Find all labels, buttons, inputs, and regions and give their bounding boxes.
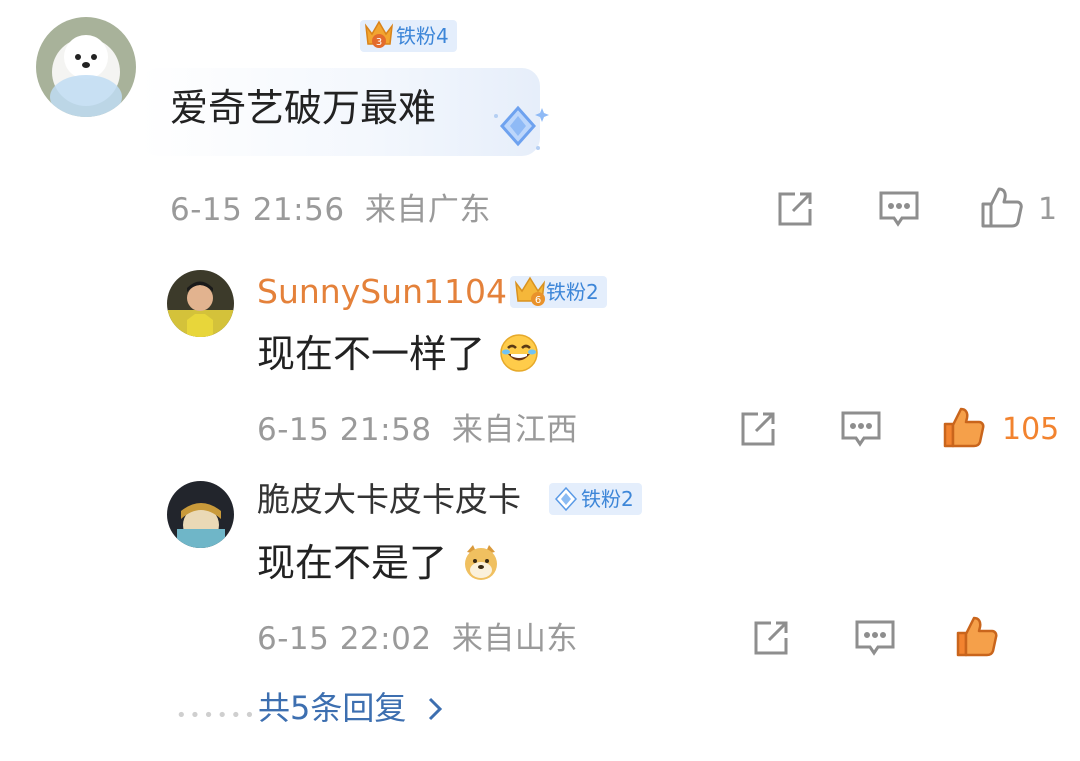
comment-text: 现在不是了: [257, 541, 501, 591]
fan-badge[interactable]: 铁粉2: [549, 483, 642, 515]
comment-location: 来自江西: [451, 412, 578, 448]
chevron-right-icon: [427, 691, 443, 731]
comment-meta: 6-15 22:02 来自山东: [257, 621, 578, 657]
crown-icon: 6: [513, 270, 547, 319]
more-replies-link[interactable]: 共5条回复: [258, 688, 443, 731]
avatar[interactable]: [36, 17, 136, 117]
comment-icon[interactable]: [854, 618, 896, 662]
comment-location: 来自山东: [451, 621, 578, 657]
comment-time: 6-15 22:02: [257, 621, 432, 657]
badge-label: 铁粉2: [546, 280, 599, 304]
crown-icon: 3: [363, 14, 395, 63]
like-count: 1: [1038, 192, 1058, 227]
thumbs-up-icon[interactable]: [980, 185, 1024, 233]
share-icon[interactable]: [775, 189, 815, 233]
diamond-icon: [554, 486, 578, 520]
svg-text:3: 3: [376, 37, 382, 48]
more-replies-label: 共5条回复: [258, 689, 407, 727]
comment-thread: 3 铁粉4 爱奇艺破万最难 6-15 21:56 来自广东 1 SunnySun…: [0, 0, 1080, 761]
comment-meta: 6-15 21:58 来自江西: [257, 412, 578, 448]
divider-dots: ••••••: [176, 705, 258, 726]
avatar[interactable]: [167, 270, 234, 337]
svg-text:6: 6: [535, 295, 541, 306]
avatar[interactable]: [167, 481, 234, 548]
username[interactable]: 脆皮大卡皮卡皮卡: [257, 480, 521, 520]
username[interactable]: SunnySun1104: [257, 272, 507, 312]
fan-badge[interactable]: 6 铁粉2: [510, 276, 607, 308]
badge-label: 铁粉2: [581, 487, 634, 511]
thumbs-up-icon[interactable]: [942, 405, 986, 453]
comment-icon[interactable]: [878, 189, 920, 233]
comment-time: 6-15 21:58: [257, 412, 432, 448]
badge-label: 铁粉4: [396, 24, 449, 48]
comment-text: 爱奇艺破万最难: [170, 86, 437, 130]
comment-time: 6-15 21:56: [170, 192, 345, 228]
share-icon[interactable]: [738, 409, 778, 453]
comment-meta: 6-15 21:56 来自广东: [170, 192, 491, 228]
comment-icon[interactable]: [840, 409, 882, 453]
share-icon[interactable]: [751, 618, 791, 662]
doge-emoji-icon: [461, 542, 501, 591]
thumbs-up-icon[interactable]: [955, 614, 999, 662]
comment-location: 来自广东: [364, 192, 491, 228]
fan-badge[interactable]: 3 铁粉4: [360, 20, 457, 52]
laughing-emoji-icon: [499, 333, 539, 382]
diamond-decoration-icon: [488, 102, 552, 162]
like-count: 105: [1002, 412, 1060, 447]
comment-text: 现在不一样了: [257, 332, 539, 382]
